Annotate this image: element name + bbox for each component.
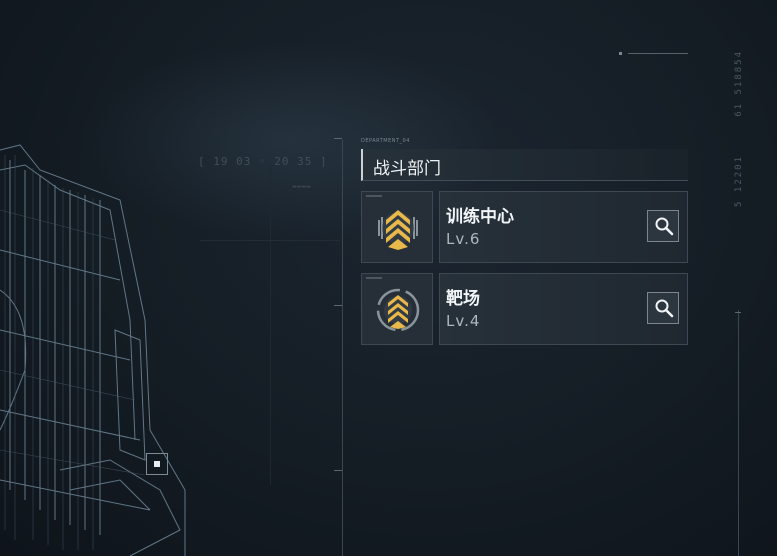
icon-tag bbox=[366, 195, 382, 197]
time-readout: [ 19 03 ◦ 20 35 ] bbox=[198, 155, 328, 168]
grid-line bbox=[270, 165, 271, 485]
vertical-code-top: 61 518854 bbox=[734, 50, 744, 117]
facility-level: Lv.6 bbox=[446, 230, 481, 248]
training-chevrons-icon bbox=[378, 210, 418, 250]
hud-line bbox=[628, 53, 688, 54]
divider-tick bbox=[334, 138, 342, 139]
target-range-chevrons-icon bbox=[376, 288, 420, 332]
map-location-marker[interactable] bbox=[146, 453, 168, 475]
hud-vertical-line bbox=[738, 310, 739, 556]
panel-divider-line bbox=[342, 140, 343, 556]
grid-line bbox=[200, 240, 340, 241]
facility-card-training-center[interactable]: 训练中心 Lv.6 bbox=[361, 191, 688, 263]
vertical-code-bottom: 5 12201 bbox=[734, 155, 744, 207]
magnifier-icon bbox=[655, 299, 674, 318]
building-blueprint-wireframe bbox=[0, 144, 186, 556]
facility-info-panel: 靶场 Lv.4 bbox=[439, 273, 688, 345]
facility-icon-box bbox=[361, 191, 433, 263]
divider-tick bbox=[334, 305, 342, 306]
icon-tag bbox=[366, 277, 382, 279]
magnifier-icon bbox=[655, 217, 674, 236]
department-code: DEPARTMENT_04 bbox=[361, 138, 410, 144]
divider-tick bbox=[334, 470, 342, 471]
inspect-button[interactable] bbox=[647, 210, 679, 242]
inspect-button[interactable] bbox=[647, 292, 679, 324]
facility-level: Lv.4 bbox=[446, 312, 481, 330]
facility-icon-box bbox=[361, 273, 433, 345]
facility-name: 训练中心 bbox=[446, 207, 514, 227]
time-caption-decoration: ▬▬▬▬ bbox=[292, 184, 311, 190]
department-header: 战斗部门 bbox=[361, 149, 688, 181]
facility-card-shooting-range[interactable]: 靶场 Lv.4 bbox=[361, 273, 688, 345]
department-title: 战斗部门 bbox=[373, 159, 441, 179]
hud-dot bbox=[619, 52, 622, 55]
facility-name: 靶场 bbox=[446, 289, 480, 309]
hud-tick bbox=[735, 312, 741, 313]
facility-info-panel: 训练中心 Lv.6 bbox=[439, 191, 688, 263]
